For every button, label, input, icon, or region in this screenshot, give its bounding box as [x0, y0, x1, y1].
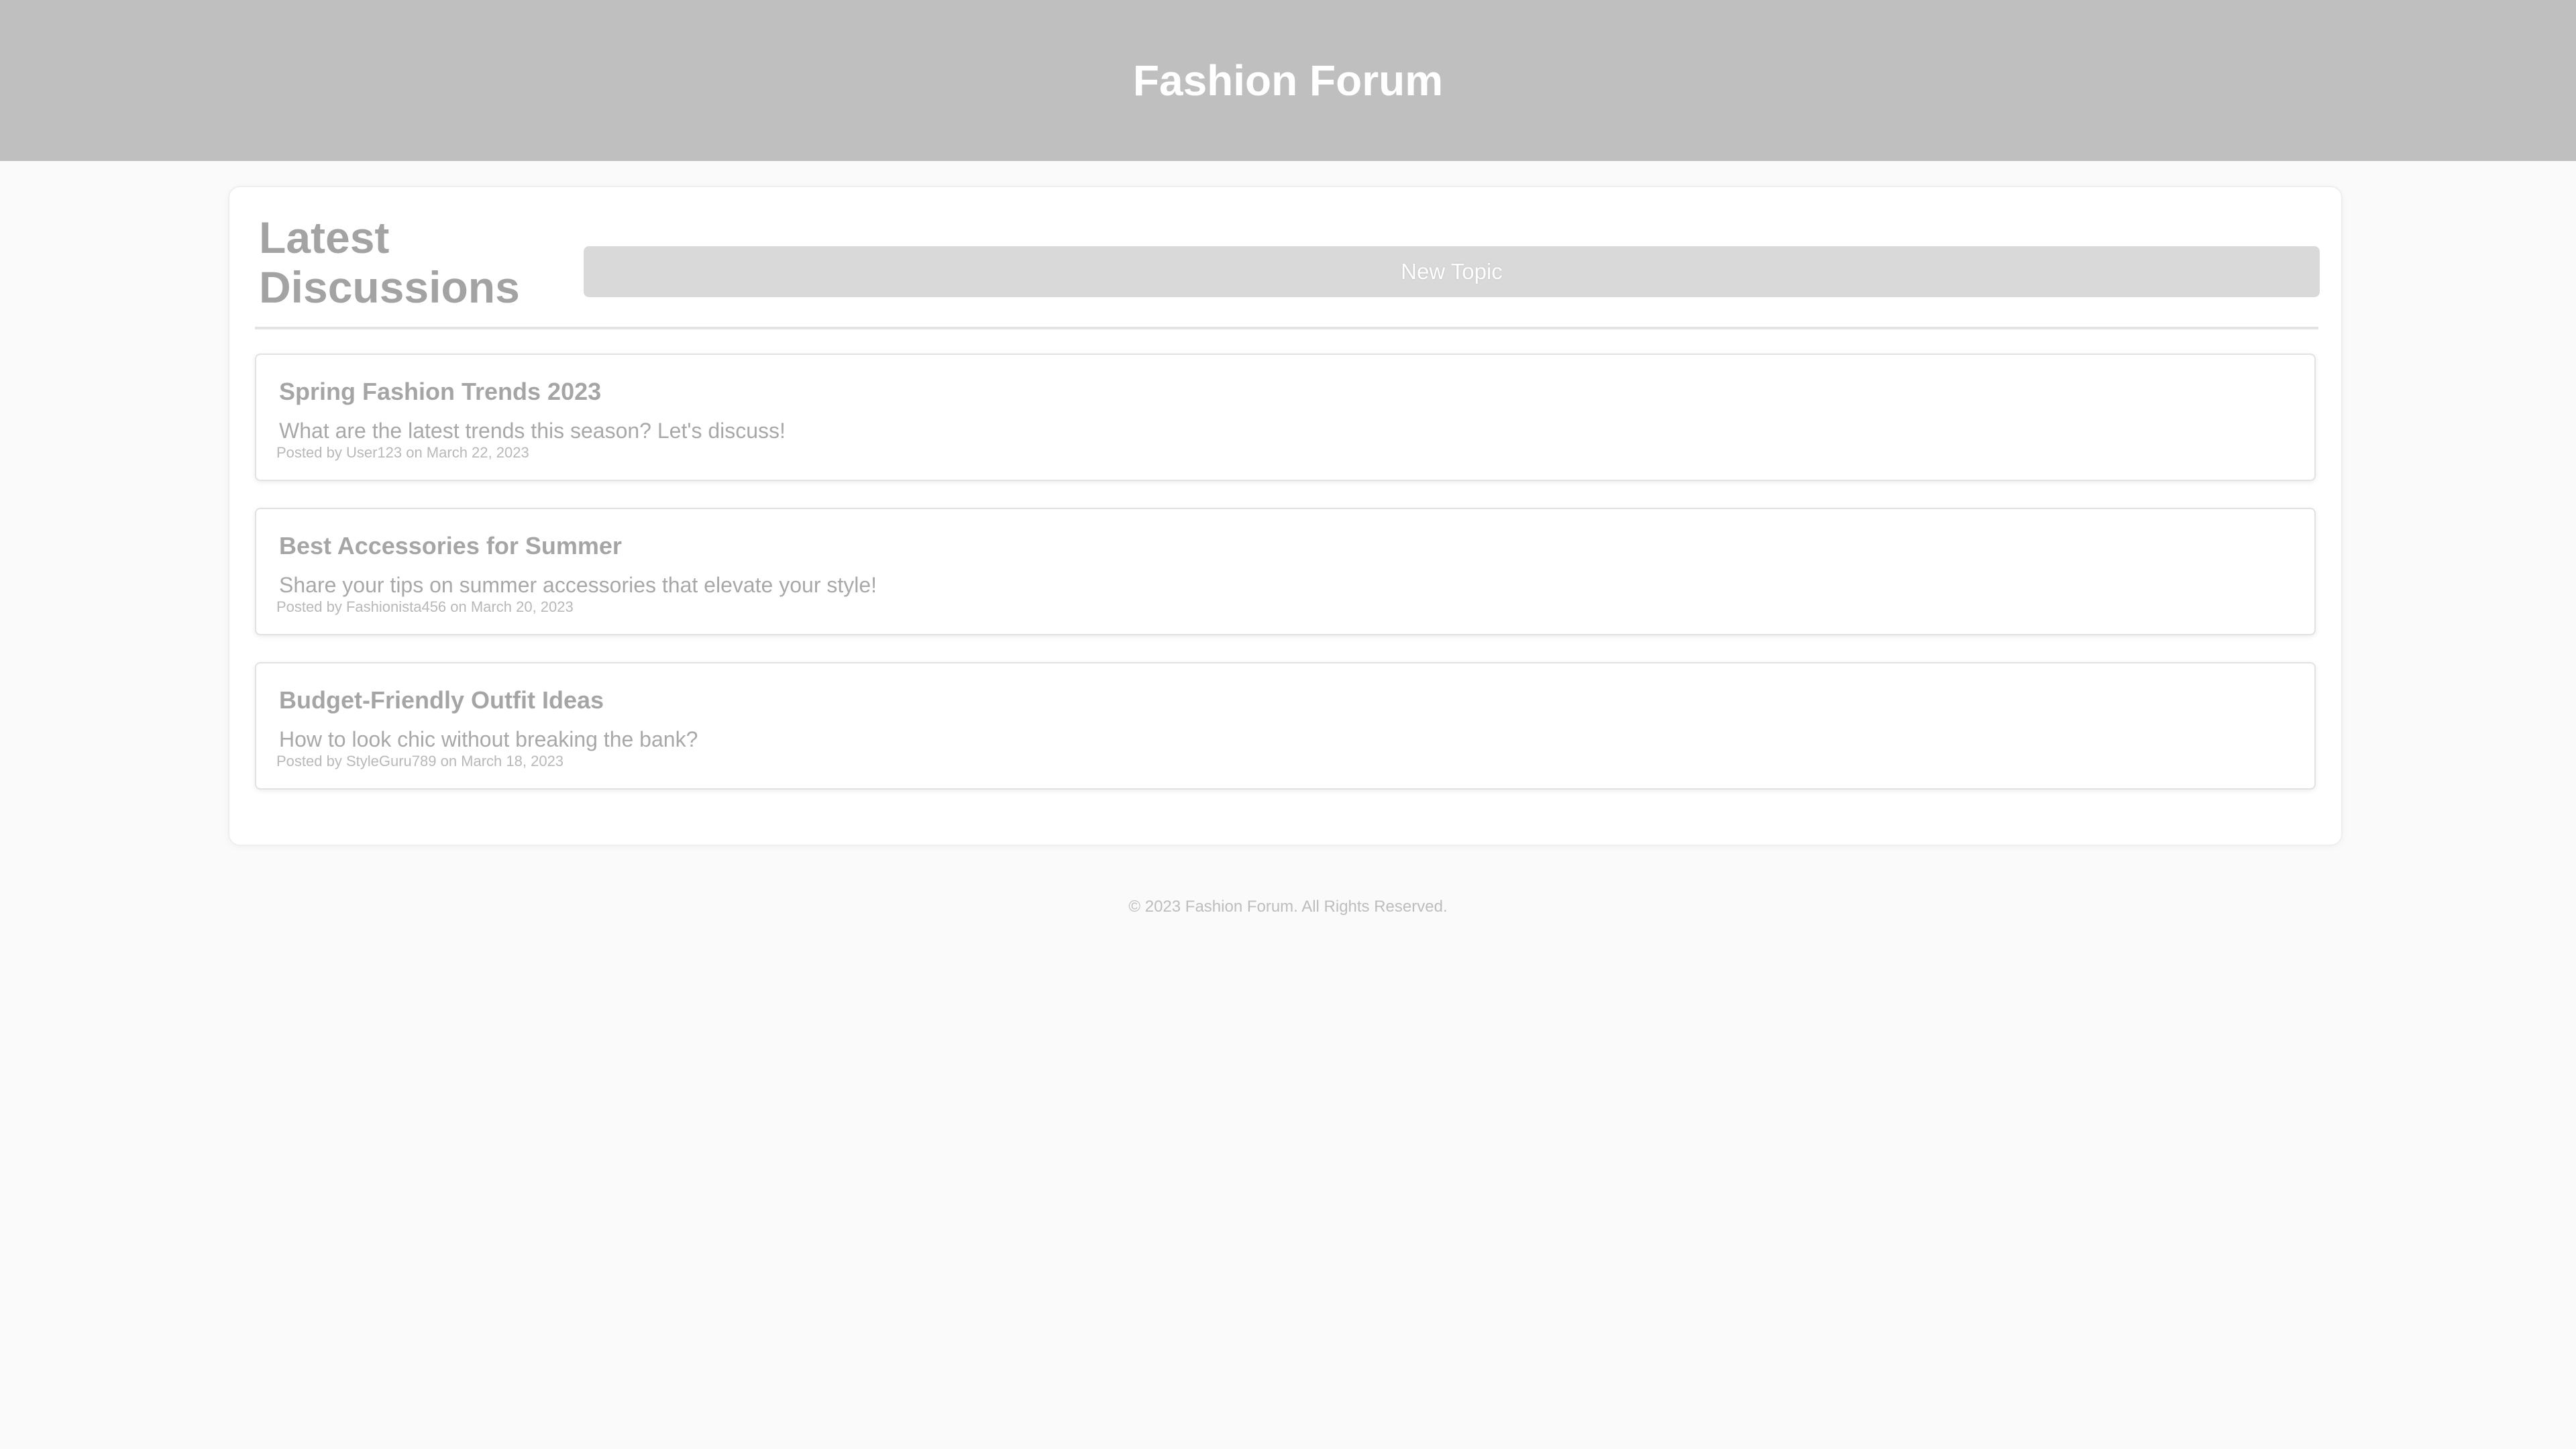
- topic-summary: What are the latest trends this season? …: [279, 419, 786, 443]
- topic-title[interactable]: Best Accessories for Summer: [279, 532, 622, 560]
- site-footer: © 2023 Fashion Forum. All Rights Reserve…: [0, 898, 2576, 916]
- topic-list: Spring Fashion Trends 2023 What are the …: [255, 354, 2316, 816]
- topic-title[interactable]: Spring Fashion Trends 2023: [279, 378, 601, 406]
- site-title: Fashion Forum: [1132, 56, 1444, 105]
- topic-summary: Share your tips on summer accessories th…: [279, 573, 877, 597]
- discussions-panel: Latest Discussions New Topic Spring Fash…: [228, 186, 2343, 846]
- panel-header: Latest Discussions New Topic: [229, 187, 2341, 331]
- header-divider: [255, 327, 2318, 329]
- topic-meta: Posted by StyleGuru789 on March 18, 2023: [276, 753, 564, 769]
- topic-card[interactable]: Budget-Friendly Outfit Ideas How to look…: [255, 662, 2316, 790]
- footer-copyright: © 2023 Fashion Forum. All Rights Reserve…: [1128, 898, 1448, 916]
- topic-card[interactable]: Spring Fashion Trends 2023 What are the …: [255, 354, 2316, 481]
- topic-meta: Posted by Fashionista456 on March 20, 20…: [276, 598, 574, 615]
- topic-summary: How to look chic without breaking the ba…: [279, 727, 698, 751]
- section-title: Latest Discussions: [259, 213, 520, 312]
- new-topic-button[interactable]: New Topic: [584, 246, 2320, 297]
- site-header: Fashion Forum: [0, 0, 2576, 161]
- topic-meta: Posted by User123 on March 22, 2023: [276, 444, 529, 461]
- topic-card[interactable]: Best Accessories for Summer Share your t…: [255, 508, 2316, 635]
- topic-title[interactable]: Budget-Friendly Outfit Ideas: [279, 686, 604, 714]
